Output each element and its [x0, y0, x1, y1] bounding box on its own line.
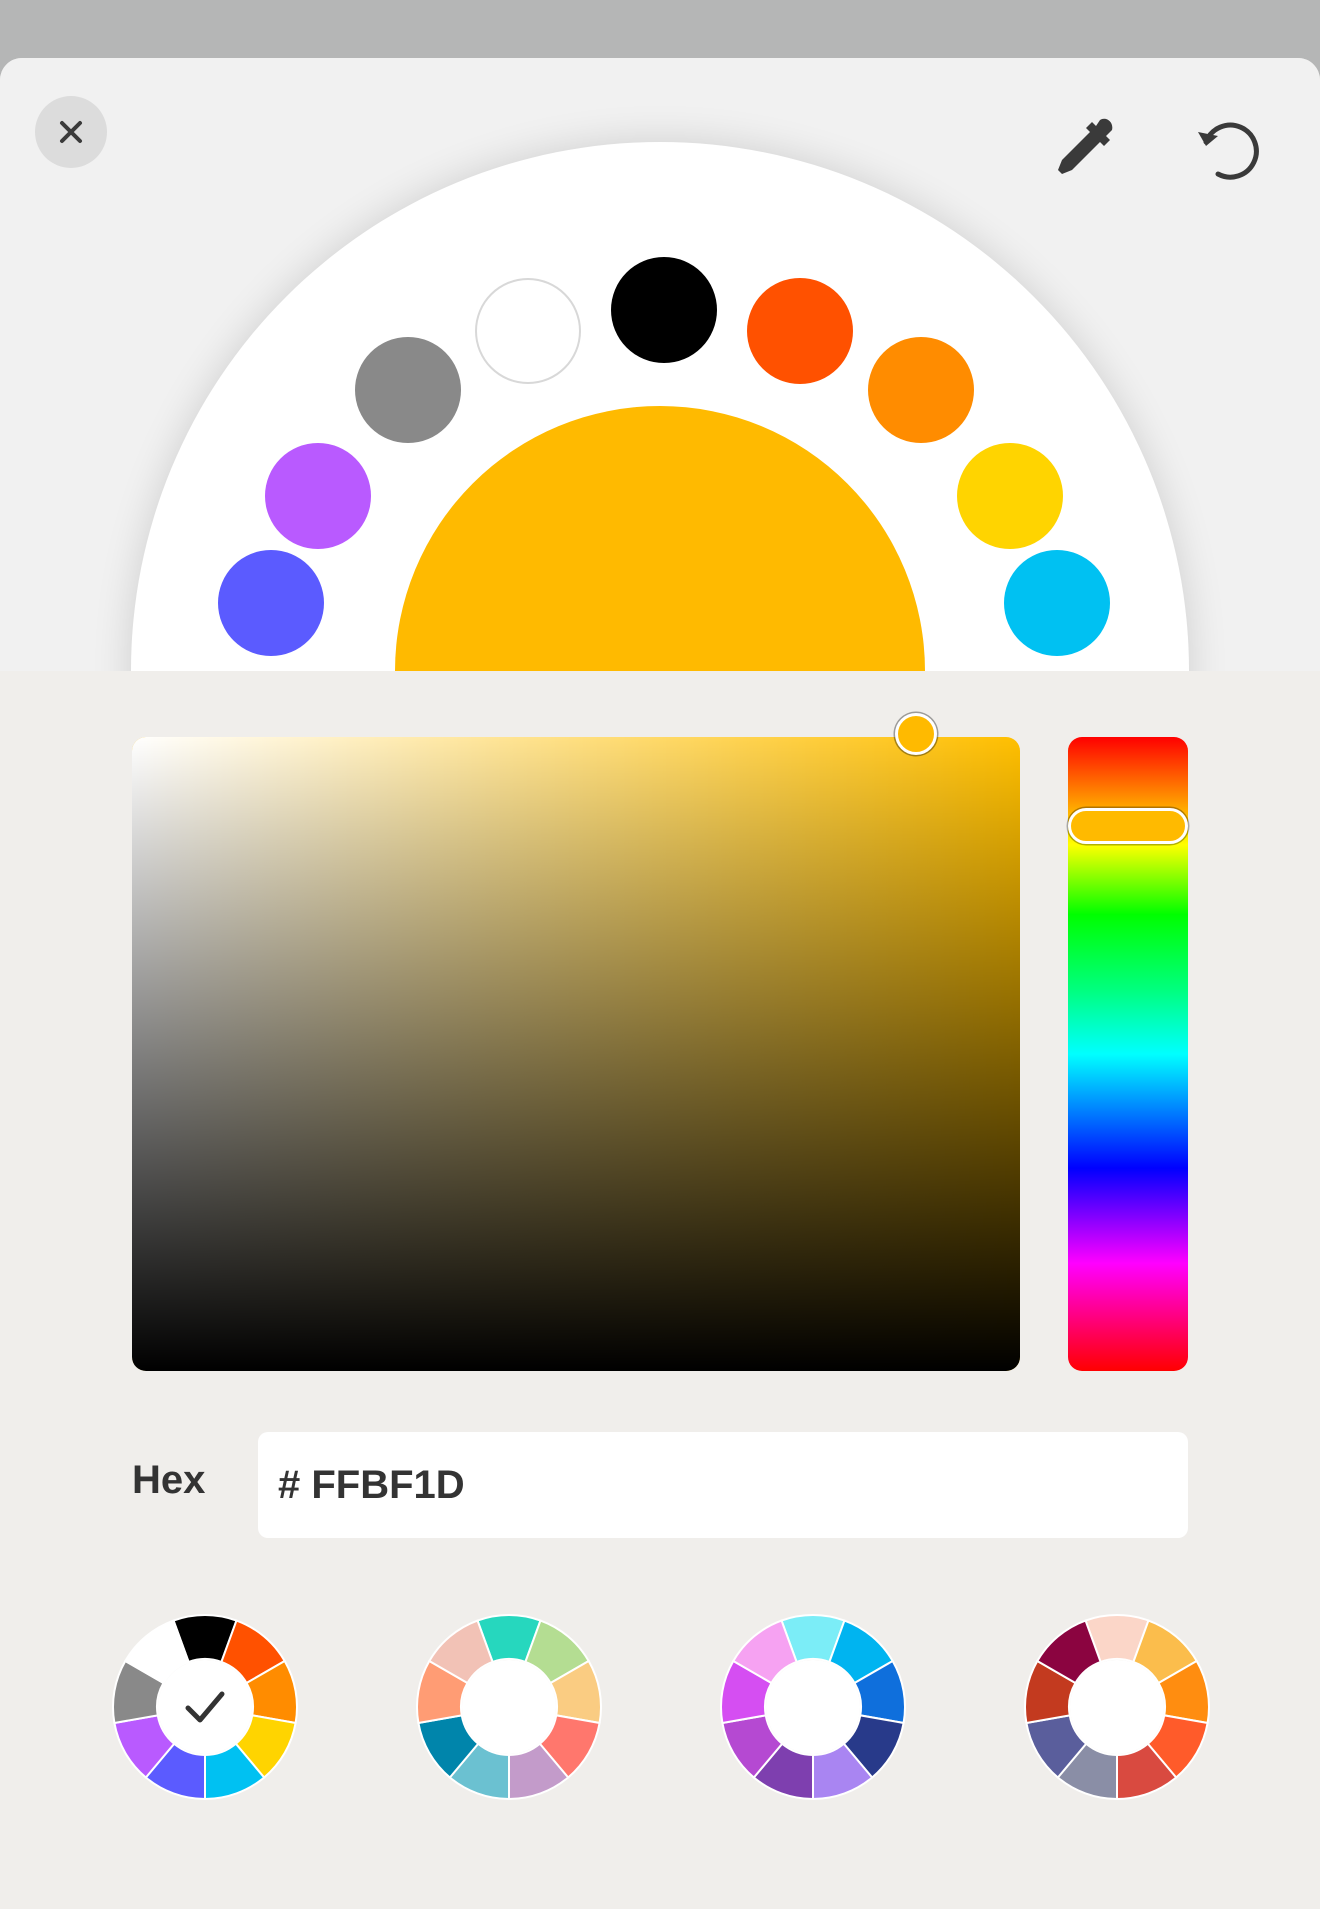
palette-cool[interactable]	[720, 1614, 906, 1801]
swatch-orange[interactable]	[868, 337, 974, 443]
close-icon	[60, 121, 82, 143]
swatch-blue[interactable]	[218, 550, 324, 656]
palette-pastel[interactable]	[416, 1614, 602, 1801]
palette-default[interactable]	[112, 1614, 298, 1801]
swatch-black[interactable]	[611, 257, 717, 363]
eyedropper-button[interactable]	[1052, 114, 1122, 184]
palette-center	[766, 1660, 860, 1754]
reset-button[interactable]	[1190, 112, 1264, 186]
swatch-purple[interactable]	[265, 443, 371, 549]
saturation-brightness-area[interactable]	[132, 737, 1020, 1371]
palette-center	[462, 1660, 556, 1754]
preset-area	[0, 58, 1320, 671]
hex-value: # FFBF1D	[278, 1462, 465, 1507]
close-button[interactable]	[35, 96, 107, 168]
swatch-yellow[interactable]	[957, 443, 1063, 549]
swatch-white[interactable]	[475, 278, 581, 384]
swatch-red-orange[interactable]	[747, 278, 853, 384]
swatch-cyan[interactable]	[1004, 550, 1110, 656]
palette-center	[158, 1660, 252, 1754]
undo-icon	[1198, 122, 1259, 180]
palette-center	[1070, 1660, 1164, 1754]
hex-label: Hex	[132, 1458, 206, 1502]
brightness-gradient	[132, 737, 1020, 1371]
hue-slider-handle[interactable]	[1068, 808, 1188, 844]
swatch-gray[interactable]	[355, 337, 461, 443]
palette-warm[interactable]	[1024, 1614, 1210, 1801]
saturation-brightness-handle[interactable]	[895, 713, 937, 755]
hex-input[interactable]: # FFBF1D	[258, 1432, 1188, 1538]
eyedropper-icon	[1058, 118, 1113, 174]
